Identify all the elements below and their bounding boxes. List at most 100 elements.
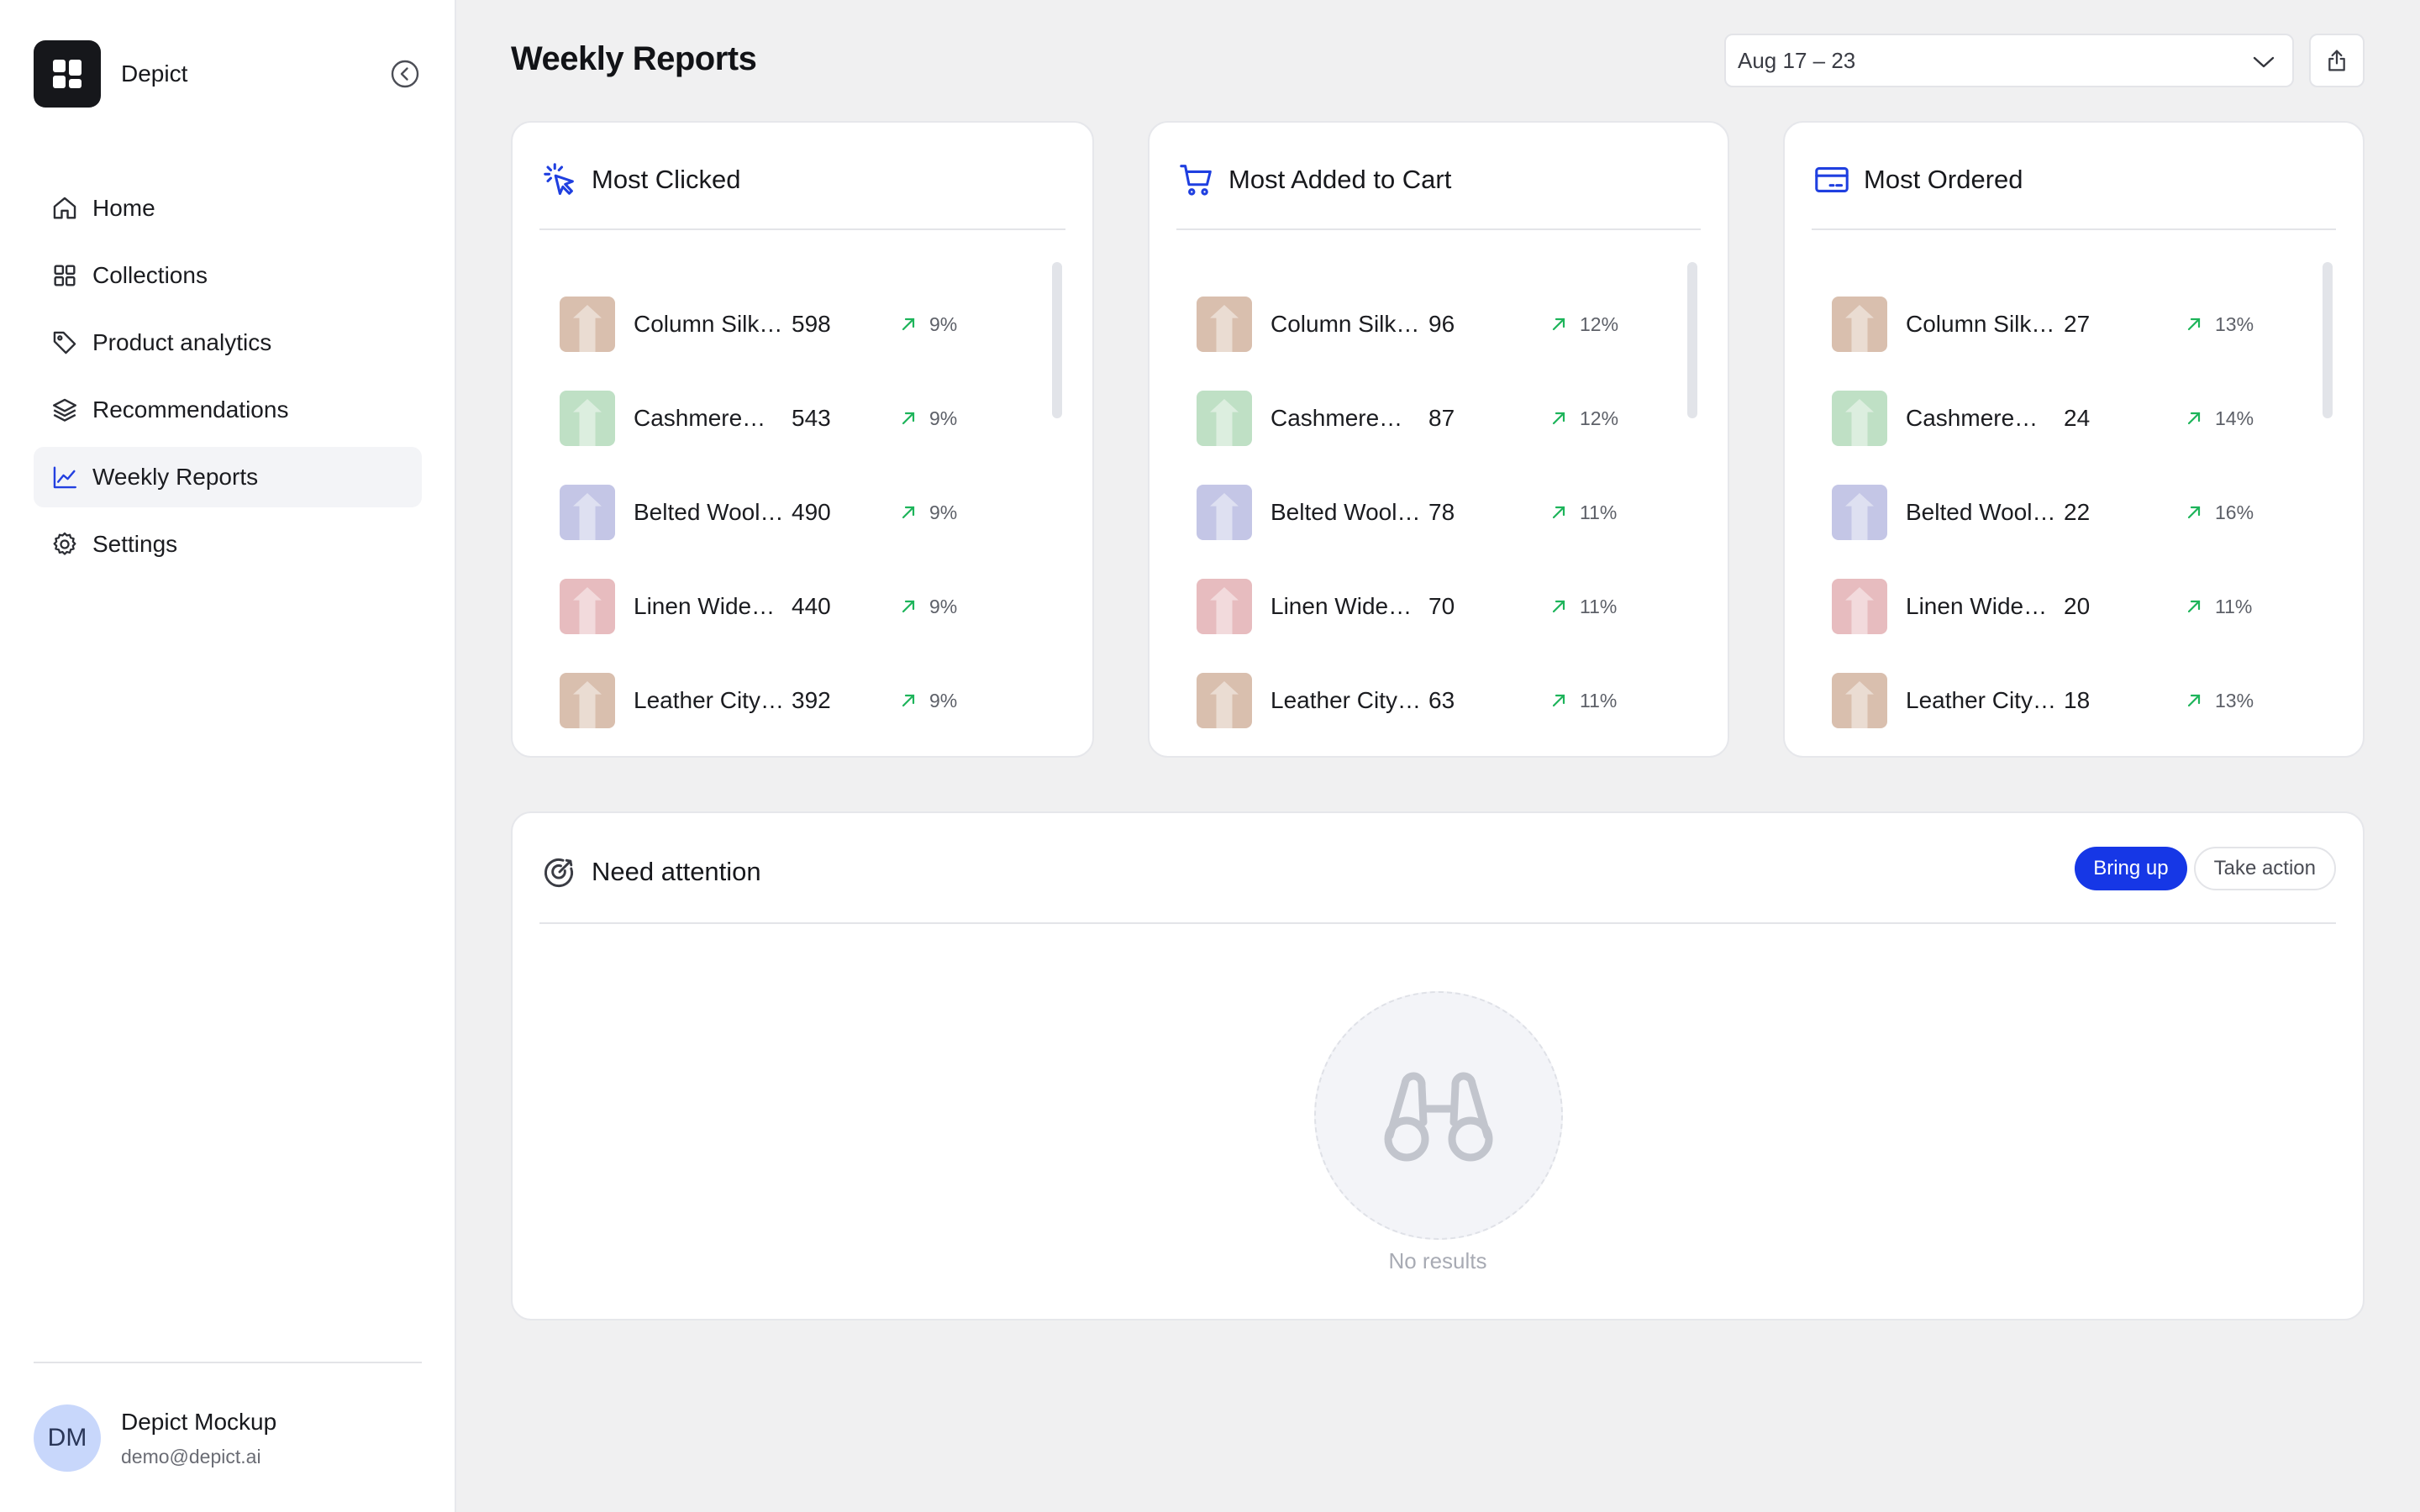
product-name: Cashmere… (1270, 405, 1403, 431)
sidebar-item-label: Recommendations (92, 396, 289, 423)
product-thumbnail (560, 579, 615, 634)
sidebar-item-settings[interactable]: Settings (34, 514, 422, 575)
list-item[interactable]: Linen Wide… 70 11% (1197, 559, 1677, 654)
product-list: Column Silk… 598 9% Cashmere… 543 9% Bel… (560, 277, 1042, 748)
sidebar-nav: Home Collections Product analytics Recom… (34, 178, 422, 581)
sidebar-item-label: Settings (92, 531, 178, 557)
tab-bring-up[interactable]: Bring up (2075, 847, 2187, 890)
trend-percent: 11% (2215, 595, 2253, 617)
trend-percent: 11% (1580, 689, 1618, 711)
user-name: Depict Mockup (121, 1408, 277, 1435)
product-name: Linen Wide… (634, 593, 776, 619)
date-range-select[interactable]: Aug 17 – 23 (1724, 34, 2294, 87)
trend-up-icon (1552, 412, 1565, 425)
collapse-sidebar-icon[interactable] (388, 57, 422, 91)
list-item[interactable]: Leather City… 63 11% (1197, 654, 1677, 748)
share-icon (2328, 50, 2345, 71)
layers-icon (49, 394, 81, 426)
sidebar-item-collections[interactable]: Collections (34, 245, 422, 306)
trend-percent: 12% (1580, 407, 1619, 429)
card-title: Most Clicked (592, 165, 741, 194)
cart-icon (1176, 160, 1217, 200)
product-list: Column Silk… 96 12% Cashmere… 87 12% Bel… (1197, 277, 1677, 748)
list-item[interactable]: Cashmere… 24 14% (1832, 371, 2312, 465)
list-item[interactable]: Linen Wide… 440 9% (560, 559, 1042, 654)
product-name: Belted Wool… (634, 499, 784, 525)
list-item[interactable]: Leather City… 18 13% (1832, 654, 2312, 748)
trend-up-icon (1552, 506, 1565, 519)
product-value: 440 (792, 593, 831, 619)
list-item[interactable]: Belted Wool… 22 16% (1832, 465, 2312, 559)
brand-logo-icon[interactable] (34, 40, 101, 108)
card-title: Need attention (592, 857, 761, 886)
sidebar-item-label: Home (92, 195, 155, 221)
product-value: 392 (792, 687, 831, 713)
product-name: Linen Wide… (1906, 593, 2048, 619)
sidebar-item-label: Product analytics (92, 329, 272, 355)
list-item[interactable]: Belted Wool… 78 11% (1197, 465, 1677, 559)
trend-up-icon (2187, 694, 2201, 707)
trend-percent: 13% (2215, 312, 2254, 335)
scrollbar[interactable] (1052, 262, 1062, 418)
scrollbar[interactable] (1687, 262, 1697, 418)
sidebar-item-recommendations[interactable]: Recommendations (34, 380, 422, 440)
attention-tabs: Bring up Take action (2075, 847, 2336, 890)
product-thumbnail (560, 297, 615, 352)
list-item[interactable]: Belted Wool… 490 9% (560, 465, 1042, 559)
product-name: Leather City… (1906, 687, 2056, 713)
trend-percent: 16% (2215, 501, 2254, 523)
list-item[interactable]: Column Silk… 598 9% (560, 277, 1042, 371)
binoculars-icon (1384, 1072, 1493, 1162)
trend-percent: 12% (1580, 312, 1619, 335)
trend-percent: 11% (1580, 595, 1618, 617)
target-icon (539, 852, 580, 892)
trend-up-icon (902, 318, 915, 331)
product-name: Cashmere… (634, 405, 766, 431)
list-item[interactable]: Leather City… 392 9% (560, 654, 1042, 748)
tab-take-action[interactable]: Take action (2193, 847, 2336, 890)
trend-up-icon (2187, 412, 2201, 425)
share-button[interactable] (2309, 34, 2365, 87)
chevron-down-icon (2253, 56, 2275, 68)
brand: Depict (34, 40, 422, 108)
product-value: 24 (2064, 405, 2091, 431)
product-name: Column Silk… (1906, 311, 2055, 337)
trend-up-icon (902, 600, 915, 613)
gear-icon (49, 528, 81, 560)
product-thumbnail (560, 391, 615, 446)
product-thumbnail (1197, 485, 1252, 540)
card-title: Most Ordered (1864, 165, 2023, 194)
trend-percent: 9% (929, 595, 958, 617)
date-range-value: Aug 17 – 23 (1738, 47, 1856, 73)
product-thumbnail (1832, 485, 1887, 540)
trend-percent: 9% (929, 407, 958, 429)
list-item[interactable]: Cashmere… 543 9% (560, 371, 1042, 465)
list-item[interactable]: Linen Wide… 20 11% (1832, 559, 2312, 654)
card-divider (1176, 228, 1701, 230)
product-name: Column Silk… (1270, 311, 1420, 337)
brand-name: Depict (121, 60, 188, 87)
list-item[interactable]: Cashmere… 87 12% (1197, 371, 1677, 465)
product-list: Column Silk… 27 13% Cashmere… 24 14% Bel… (1832, 277, 2312, 748)
product-value: 18 (2064, 687, 2091, 713)
product-thumbnail (1197, 297, 1252, 352)
sidebar-item-weekly-reports[interactable]: Weekly Reports (34, 447, 422, 507)
user-profile[interactable]: DM Depict Mockup demo@depict.ai (34, 1403, 276, 1473)
product-thumbnail (1197, 673, 1252, 728)
product-value: 70 (1428, 593, 1455, 619)
card-need-attention: Need attention Bring up Take action No r… (511, 811, 2365, 1320)
scrollbar[interactable] (2323, 262, 2333, 418)
trend-up-icon (1552, 694, 1565, 707)
product-name: Leather City… (1270, 687, 1421, 713)
credit-card-icon (1812, 160, 1852, 200)
list-item[interactable]: Column Silk… 96 12% (1197, 277, 1677, 371)
card-divider (539, 922, 2336, 924)
product-thumbnail (1832, 391, 1887, 446)
list-item[interactable]: Column Silk… 27 13% (1832, 277, 2312, 371)
product-value: 22 (2064, 499, 2091, 525)
sidebar-item-home[interactable]: Home (34, 178, 422, 239)
sidebar-divider (34, 1362, 422, 1363)
sidebar-item-product-analytics[interactable]: Product analytics (34, 312, 422, 373)
product-thumbnail (1832, 673, 1887, 728)
grid-icon (49, 260, 81, 291)
